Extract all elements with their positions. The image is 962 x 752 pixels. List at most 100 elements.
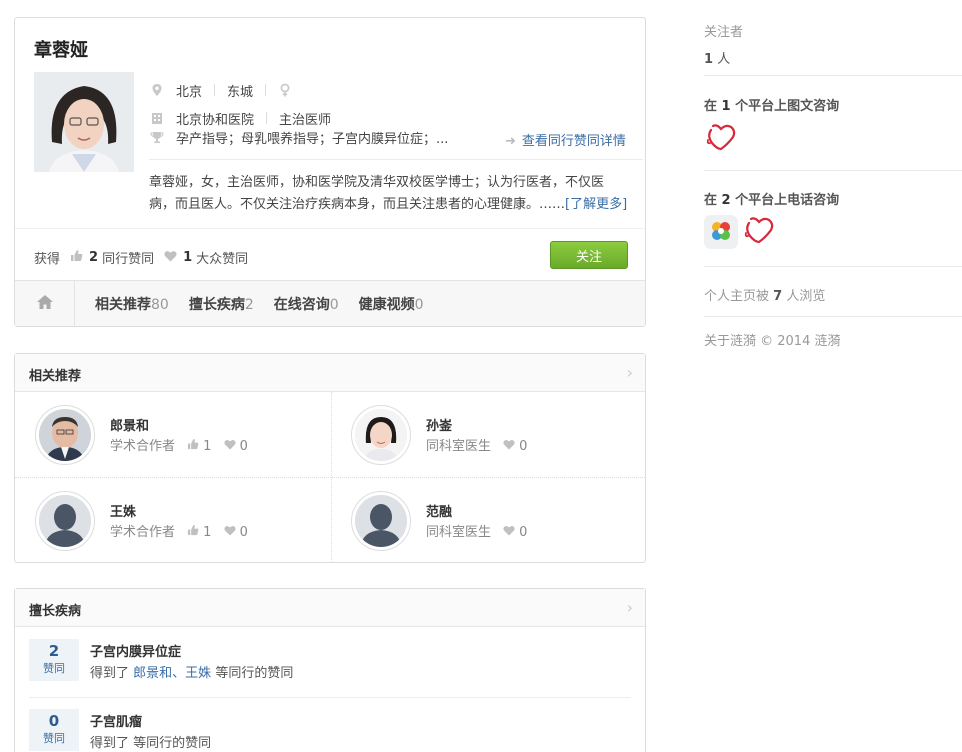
phone-consult-platforms	[704, 215, 776, 249]
disease-peer-links[interactable]: 郎景和、王姝	[133, 666, 211, 681]
phone-consult-post: 个平台上电话咨询	[735, 193, 840, 208]
disease-peers: 得到了 郎景和、王姝 等同行的赞同	[90, 662, 293, 681]
peer-votes-count: 2	[89, 250, 99, 265]
text-consult-pre: 在	[704, 99, 718, 114]
disease-peers: 得到了 等同行的赞同	[90, 732, 211, 751]
chevron-right-icon[interactable]: ›	[627, 598, 633, 617]
followers-count-row[interactable]: 1 人	[704, 48, 962, 67]
disease-item[interactable]: 0 赞同 子宫肌瘤 得到了 等同行的赞同	[29, 697, 631, 752]
recommend-name[interactable]: 范融	[426, 501, 452, 520]
heart-icon	[223, 439, 236, 454]
heart-logo-icon[interactable]	[742, 215, 776, 249]
votes-summary: 获得 2 同行赞同 1 大众赞同	[34, 248, 248, 267]
followers-unit: 人	[717, 52, 731, 67]
tab-recommend-count: 80	[151, 296, 169, 313]
doctor-bio: 章蓉娅，女，主治医师，协和医学院及清华双校医学博士；认为行医者，不仅医病，而且医…	[149, 172, 629, 216]
tab-home[interactable]	[15, 280, 75, 327]
phone-consult-pre: 在	[704, 193, 718, 208]
heart-icon	[164, 250, 177, 266]
tab-diseases-count: 2	[244, 296, 254, 313]
recommend-item[interactable]: 范融 同科室医生 0	[331, 478, 646, 563]
disease-vote-box: 2 赞同	[29, 639, 79, 681]
tab-recommend-label[interactable]: 相关推荐	[95, 297, 151, 313]
avatar[interactable]	[351, 405, 411, 465]
specialty-row: 孕产指导；母乳喂养指导；子宫内膜异位症；...	[150, 128, 480, 146]
recommend-relation: 同科室医生	[426, 439, 492, 454]
doctor-name: 章蓉娅	[34, 40, 88, 61]
disease-name[interactable]: 子宫肌瘤	[90, 711, 142, 730]
heart-logo-icon[interactable]	[704, 122, 738, 156]
location-pin-icon	[150, 83, 164, 97]
avatar[interactable]	[35, 405, 95, 465]
heart-icon	[503, 525, 515, 540]
recommend-relation: 学术合作者	[110, 439, 176, 454]
peer-link-label[interactable]: 查看同行赞同详情	[522, 134, 626, 149]
recommend-item[interactable]: 郎景和 学术合作者 1 0	[15, 392, 330, 477]
recommend-likes: 1	[203, 525, 212, 540]
peer-votes-detail-link[interactable]: ➜ 查看同行赞同详情	[505, 130, 626, 149]
followers-section: 关注者 1 人	[704, 21, 962, 67]
recommend-name[interactable]: 孙崟	[426, 415, 452, 434]
disease-item[interactable]: 2 赞同 子宫内膜异位症 得到了 郎景和、王姝 等同行的赞同	[29, 627, 631, 697]
recommend-item[interactable]: 王姝 学术合作者 1 0	[15, 478, 330, 563]
hospital-name[interactable]: 北京协和医院	[176, 109, 254, 128]
avatar[interactable]	[351, 491, 411, 551]
peer-votes-label: 同行赞同	[102, 252, 155, 267]
footer-text[interactable]: 关于涟漪 © 2014 涟漪	[704, 330, 962, 349]
disease-vote-count: 0	[48, 712, 60, 730]
recommend-header[interactable]: 相关推荐 ›	[15, 354, 645, 392]
public-votes-label: 大众赞同	[196, 252, 249, 267]
disease-peers-prefix: 得到了	[90, 666, 130, 681]
recommend-meta: 同科室医生 0	[426, 521, 527, 540]
tab-online-consult[interactable]: 在线咨询0	[274, 294, 339, 314]
specialty-list: 孕产指导；母乳喂养指导；子宫内膜异位症；...	[176, 131, 449, 147]
thumbs-up-icon	[70, 249, 83, 266]
arrow-right-icon: ➜	[505, 134, 516, 149]
doctor-photo	[34, 72, 134, 172]
disease-peers-prefix: 得到了	[90, 736, 130, 751]
diseases-card: 擅长疾病 › 2 赞同 子宫内膜异位症 得到了 郎景和、王姝 等同行的赞同 0 …	[14, 588, 646, 752]
tab-online-consult-count: 0	[329, 296, 339, 313]
tab-online-consult-label[interactable]: 在线咨询	[274, 297, 330, 313]
doctor-profile-card: 章蓉娅 北京 东城 北京协和医院 主治医师 孕产指导；母乳喂养指导；子宫内膜异位…	[14, 17, 646, 327]
diseases-header[interactable]: 擅长疾病 ›	[15, 589, 645, 627]
recommend-title: 相关推荐	[29, 369, 82, 384]
recommend-hearts: 0	[239, 439, 248, 454]
flower-app-icon[interactable]	[704, 215, 738, 249]
chevron-right-icon[interactable]: ›	[627, 363, 633, 382]
tab-health-video[interactable]: 健康视频0	[359, 294, 424, 314]
tab-diseases-label[interactable]: 擅长疾病	[189, 297, 245, 313]
hospital-building-icon	[150, 111, 164, 125]
tab-diseases[interactable]: 擅长疾病2	[189, 294, 254, 314]
phone-consult-heading: 在 2 个平台上电话咨询	[704, 189, 962, 208]
disease-peers-suffix: 等同行的赞同	[215, 666, 294, 681]
recommend-name[interactable]: 郎景和	[110, 415, 149, 434]
disease-vote-box: 0 赞同	[29, 709, 79, 751]
thumbs-up-icon	[187, 438, 199, 454]
trophy-icon	[150, 130, 164, 144]
text-consult-heading: 在 1 个平台上图文咨询	[704, 95, 962, 114]
avatar[interactable]	[35, 491, 95, 551]
disease-peers-suffix: 等同行的赞同	[133, 736, 212, 751]
recommend-meta: 学术合作者 1 0	[110, 521, 248, 540]
follow-button[interactable]: 关注	[550, 241, 628, 269]
recommend-card: 相关推荐 › 郎景和 学术合作者 1 0 孙崟 同科室医生 0 王姝 学术合作者	[14, 353, 646, 563]
followers-label: 关注者	[704, 25, 744, 40]
tab-recommend[interactable]: 相关推荐80	[95, 294, 169, 314]
disease-vote-label: 赞同	[43, 662, 65, 675]
hospital-row: 北京协和医院 主治医师	[150, 109, 331, 128]
followers-count: 1	[704, 52, 714, 67]
home-icon	[36, 294, 54, 314]
tab-health-video-label[interactable]: 健康视频	[359, 297, 415, 313]
disease-name[interactable]: 子宫内膜异位症	[90, 641, 181, 660]
heart-icon	[223, 525, 236, 540]
views-pre: 个人主页被	[704, 289, 770, 304]
recommend-item[interactable]: 孙崟 同科室医生 0	[331, 392, 646, 477]
phone-consult-num: 2	[721, 193, 731, 208]
bio-more-link[interactable]: [了解更多]	[565, 197, 627, 212]
recommend-name[interactable]: 王姝	[110, 501, 136, 520]
disease-vote-count: 2	[48, 642, 60, 660]
recommend-relation: 学术合作者	[110, 525, 176, 540]
recommend-hearts: 0	[519, 525, 528, 540]
text-consult-post: 个平台上图文咨询	[735, 99, 840, 114]
